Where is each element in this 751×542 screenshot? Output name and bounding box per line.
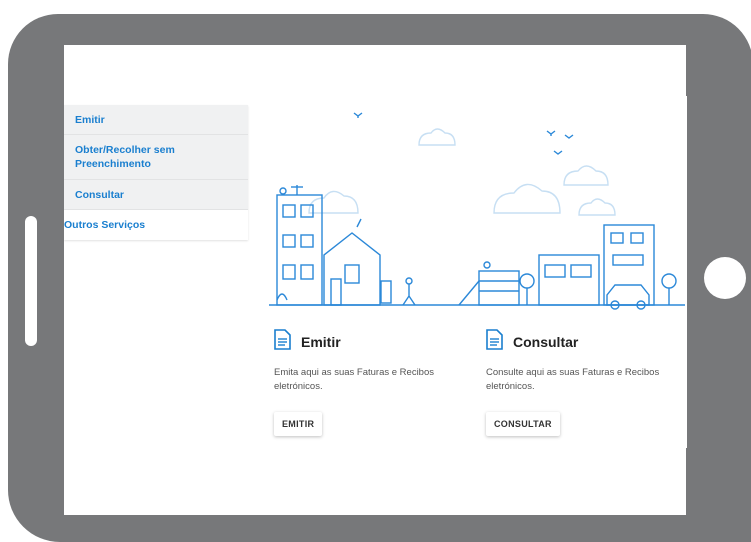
menu-item-label: Emitir: [75, 113, 105, 126]
menu-item-emitir[interactable]: Emitir: [64, 105, 248, 135]
consultar-card-description: Consulte aqui as suas Faturas e Recibos …: [486, 367, 660, 392]
document-icon: [274, 329, 291, 355]
emitir-card-title: Emitir: [301, 334, 341, 350]
menu-item-outros-servicos[interactable]: Outros Serviços: [64, 210, 248, 240]
emitir-card-description: Emita aqui as suas Faturas e Recibos ele…: [274, 367, 434, 392]
consultar-button[interactable]: CONSULTAR: [486, 412, 560, 436]
tablet-screen: Emitir Obter/Recolher sem Preenchimento …: [64, 45, 686, 515]
screen-edge: [685, 96, 687, 448]
consultar-card-title: Consultar: [513, 334, 579, 350]
consultar-card: Consultar Consulte aqui as suas Faturas …: [486, 329, 676, 436]
city-illustration: [269, 112, 686, 310]
menu-item-label: Consultar: [75, 188, 125, 201]
menu-item-label: Obter/Recolher sem Preenchimento: [75, 144, 175, 170]
menu-item-obter-recolher[interactable]: Obter/Recolher sem Preenchimento: [64, 135, 248, 180]
tablet-side-button: [25, 216, 37, 346]
emitir-button[interactable]: EMITIR: [274, 412, 323, 436]
sidebar-menu: Emitir Obter/Recolher sem Preenchimento …: [64, 105, 248, 240]
emitir-card: Emitir Emita aqui as suas Faturas e Reci…: [274, 329, 464, 436]
tablet-home-button: [704, 257, 746, 299]
menu-item-label: Outros Serviços: [64, 219, 146, 231]
document-icon: [486, 329, 503, 355]
menu-item-consultar[interactable]: Consultar: [64, 180, 248, 210]
